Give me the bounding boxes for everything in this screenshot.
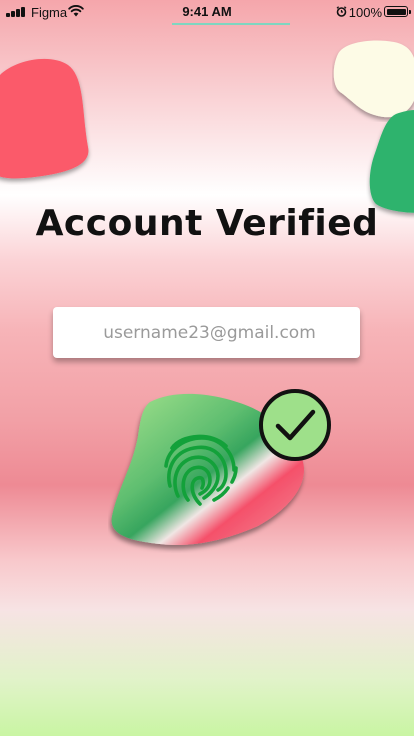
verification-screen: Figma 9:41 AM 100% Account Verified user… [0, 0, 414, 736]
status-divider [172, 23, 290, 25]
fingerprint-card [108, 388, 338, 553]
status-bar: Figma 9:41 AM 100% [0, 0, 414, 25]
checkmark-icon [259, 389, 331, 461]
battery-icon [384, 6, 411, 17]
page-title: Account Verified [35, 203, 379, 244]
fingerprint-icon [164, 434, 238, 506]
decorative-blob-red [0, 58, 89, 179]
alarm-icon [336, 6, 347, 17]
email-field[interactable]: username23@gmail.com [53, 307, 360, 358]
battery-percent: 100% [348, 5, 382, 20]
